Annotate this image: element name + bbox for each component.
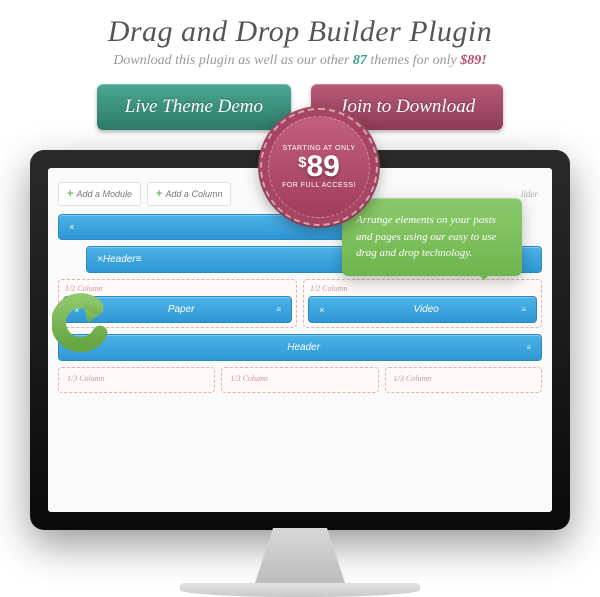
block-label: Paper bbox=[86, 304, 276, 315]
monitor-stand-base bbox=[180, 583, 420, 597]
grip-icon[interactable]: ≡ bbox=[526, 343, 531, 352]
badge-bottom-text: FOR FULL ACCESS! bbox=[282, 182, 356, 189]
builder-hint: ilder bbox=[521, 189, 542, 199]
block-label: Header bbox=[81, 342, 526, 353]
third-column[interactable]: 1/3 Column bbox=[221, 367, 378, 393]
monitor-frame: STARTING AT ONLY $89 FOR FULL ACCESS! Ar… bbox=[30, 150, 570, 530]
add-column-button[interactable]: + Add a Column bbox=[147, 182, 231, 206]
block-label: Header bbox=[103, 254, 136, 265]
price-badge: STARTING AT ONLY $89 FOR FULL ACCESS! bbox=[260, 108, 378, 226]
dollar-sign: $ bbox=[298, 154, 306, 171]
theme-count: 87 bbox=[353, 53, 367, 68]
add-column-label: Add a Column bbox=[165, 189, 222, 199]
page-title: Drag and Drop Builder Plugin bbox=[20, 15, 580, 49]
subtitle-mid: themes for only bbox=[367, 53, 460, 68]
column-label: 1/2 Column bbox=[63, 284, 292, 293]
block-label: Video bbox=[331, 304, 521, 315]
third-column[interactable]: 1/3 Column bbox=[385, 367, 542, 393]
plus-icon: + bbox=[156, 188, 162, 200]
column-label: 1/3 Column bbox=[228, 374, 371, 383]
add-module-label: Add a Module bbox=[76, 189, 132, 199]
curved-arrow-icon bbox=[52, 293, 112, 353]
column-label: 1/2 Column bbox=[308, 284, 537, 293]
video-block[interactable]: × Video ≡ bbox=[308, 296, 537, 323]
grip-icon[interactable]: ≡ bbox=[276, 305, 281, 314]
grip-icon[interactable]: ≡ bbox=[136, 254, 142, 265]
close-icon[interactable]: × bbox=[69, 222, 81, 232]
add-module-button[interactable]: + Add a Module bbox=[58, 182, 141, 206]
plus-icon: + bbox=[67, 188, 73, 200]
close-icon[interactable]: × bbox=[319, 305, 331, 315]
monitor-stand-neck bbox=[255, 528, 345, 583]
grip-icon[interactable]: ≡ bbox=[521, 305, 526, 314]
column-row: 1/2 Column × Paper ≡ 1/2 Column × Video … bbox=[58, 279, 542, 328]
half-column[interactable]: 1/2 Column × Video ≡ bbox=[303, 279, 542, 328]
badge-price: $89 bbox=[298, 152, 340, 182]
subtitle-pre: Download this plugin as well as our othe… bbox=[113, 53, 353, 68]
price-amount: 89 bbox=[306, 150, 339, 183]
theme-price: $89! bbox=[460, 53, 486, 68]
column-row-thirds: 1/3 Column 1/3 Column 1/3 Column bbox=[58, 367, 542, 393]
column-label: 1/3 Column bbox=[65, 374, 208, 383]
header-block-2[interactable]: × Header ≡ bbox=[58, 334, 542, 361]
column-label: 1/3 Column bbox=[392, 374, 535, 383]
subtitle: Download this plugin as well as our othe… bbox=[20, 53, 580, 69]
third-column[interactable]: 1/3 Column bbox=[58, 367, 215, 393]
